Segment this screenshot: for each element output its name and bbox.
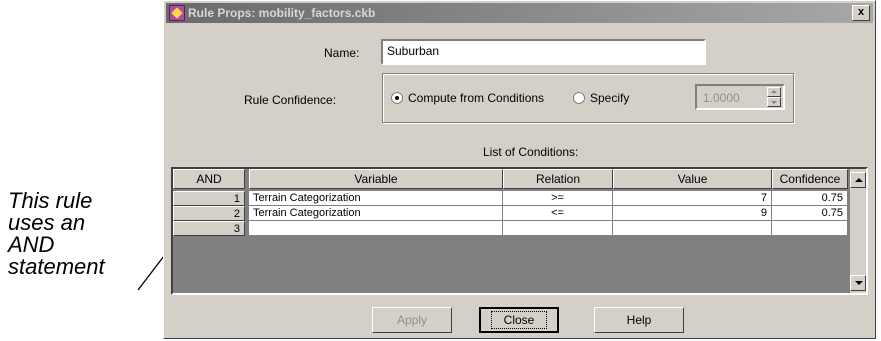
cell-variable[interactable]: Terrain Categorization xyxy=(249,191,503,206)
cell-confidence[interactable]: 0.75 xyxy=(772,191,848,206)
apply-button[interactable]: Apply xyxy=(372,307,452,333)
spin-up-icon[interactable] xyxy=(767,87,781,97)
row-number[interactable]: 2 xyxy=(173,206,245,221)
cell-confidence[interactable] xyxy=(772,221,848,236)
cell-value[interactable] xyxy=(613,221,772,236)
annotation-line: AND xyxy=(8,232,55,257)
column-header-value[interactable]: Value xyxy=(613,169,772,189)
cell-value[interactable]: 9 xyxy=(613,206,772,221)
radio-specify-label: Specify xyxy=(590,91,630,105)
annotation-line: statement xyxy=(8,254,105,279)
scroll-down-icon[interactable] xyxy=(850,275,866,291)
title-bar[interactable]: Rule Props: mobility_factors.ckb x xyxy=(166,3,873,23)
column-header-relation[interactable]: Relation xyxy=(503,169,613,189)
radio-specify[interactable]: Specify xyxy=(573,91,629,105)
row-number[interactable]: 3 xyxy=(173,221,245,236)
close-window-button[interactable]: x xyxy=(852,5,870,21)
cell-relation[interactable] xyxy=(503,221,613,236)
cell-relation[interactable]: >= xyxy=(503,191,613,206)
rule-props-dialog: Rule Props: mobility_factors.ckb x Name:… xyxy=(163,0,876,339)
specify-value: 1.0000 xyxy=(703,91,740,105)
close-button[interactable]: Close xyxy=(479,307,559,333)
cell-variable[interactable]: Terrain Categorization xyxy=(249,206,503,221)
help-button[interactable]: Help xyxy=(594,307,684,333)
cell-confidence[interactable]: 0.75 xyxy=(772,206,848,221)
cell-variable[interactable] xyxy=(249,221,503,236)
scroll-up-icon[interactable] xyxy=(850,172,866,188)
name-field[interactable]: Suburban xyxy=(381,39,706,65)
app-icon xyxy=(169,5,185,21)
column-header-confidence[interactable]: Confidence xyxy=(772,169,848,189)
radio-compute-from-conditions[interactable]: Compute from Conditions xyxy=(391,91,544,105)
cell-value[interactable]: 7 xyxy=(613,191,772,206)
vertical-scrollbar[interactable] xyxy=(850,169,866,293)
column-header-variable[interactable]: Variable xyxy=(249,169,503,189)
cell-relation[interactable]: <= xyxy=(503,206,613,221)
radio-compute-label: Compute from Conditions xyxy=(408,91,545,105)
annotation-line: This rule xyxy=(8,188,93,213)
radio-unselected-icon xyxy=(573,92,585,104)
name-label: Name: xyxy=(324,46,360,60)
rule-confidence-group: Compute from Conditions Specify 1.0000 xyxy=(382,73,794,123)
close-button-label: Close xyxy=(490,311,548,329)
window-title: Rule Props: mobility_factors.ckb xyxy=(188,6,376,20)
specify-confidence-field[interactable]: 1.0000 xyxy=(695,84,785,110)
conditions-table: AND Variable Relation Value Confidence 1… xyxy=(171,167,868,295)
operator-header-button[interactable]: AND xyxy=(173,169,245,189)
annotation-line: uses an xyxy=(8,210,86,235)
radio-selected-icon xyxy=(391,92,403,104)
list-of-conditions-label: List of Conditions: xyxy=(483,145,579,159)
row-number[interactable]: 1 xyxy=(173,191,245,206)
rule-confidence-label: Rule Confidence: xyxy=(244,93,337,107)
spin-down-icon[interactable] xyxy=(767,97,781,107)
annotation-caption: This rule uses an AND statement xyxy=(8,190,158,278)
